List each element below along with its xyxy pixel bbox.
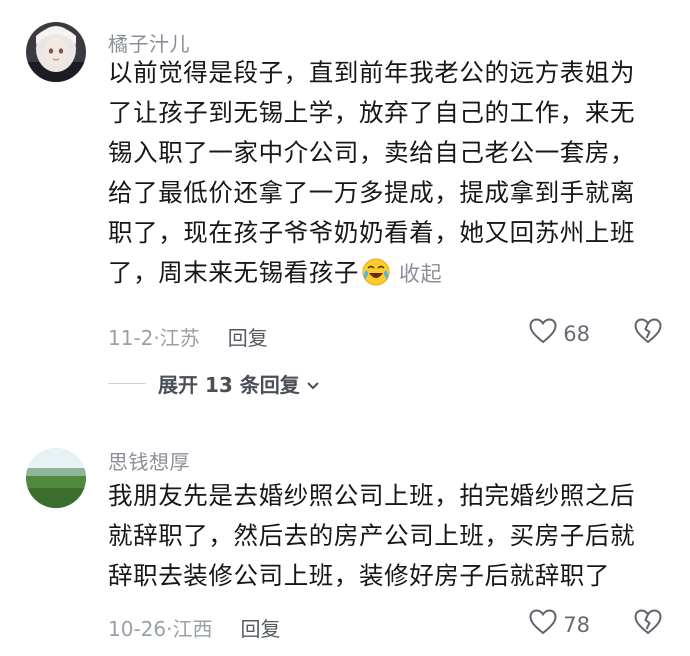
broken-heart-icon xyxy=(634,318,662,348)
dislike-button[interactable] xyxy=(634,318,662,348)
comment-1: 橘子汁儿 以前觉得是段子，直到前年我老公的远方表姐为 了让孩子到无锡上学，放弃了… xyxy=(0,0,690,400)
comment-2: 思钱想厚 我朋友先是去婚纱照公司上班，拍完婚纱照之后 就辞职了，然后去的房产公司… xyxy=(0,430,690,656)
comment-meta: 11-2·江苏 回复 xyxy=(108,322,268,351)
chevron-down-icon xyxy=(306,372,320,396)
comment-line: 以前觉得是段子，直到前年我老公的远方表姐为 xyxy=(108,58,636,87)
avatar[interactable] xyxy=(26,22,86,82)
comment-line: 锡入职了一家中介公司，卖给自己老公一套房， xyxy=(108,138,636,167)
date-location: 11-2·江苏 xyxy=(108,326,200,350)
comment-text: 我朋友先是去婚纱照公司上班，拍完婚纱照之后 就辞职了，然后去的房产公司上班，买房… xyxy=(108,476,674,596)
reply-button[interactable]: 回复 xyxy=(228,326,268,350)
expand-replies-label: 展开 13 条回复 xyxy=(158,373,300,397)
comment-line: 给了最低价还拿了一万多提成，提成拿到手就离 xyxy=(108,178,636,207)
divider xyxy=(108,383,146,384)
comment-line: 辞职去装修公司上班，装修好房子后就辞职了 xyxy=(108,561,610,590)
avatar-image xyxy=(26,22,86,82)
avatar[interactable] xyxy=(26,448,86,508)
comment-line: 职了，现在孩子爷爷奶奶看着，她又回苏州上班 xyxy=(108,218,636,247)
comment-line: 就辞职了，然后去的房产公司上班，买房子后就 xyxy=(108,521,636,550)
broken-heart-icon xyxy=(634,609,662,639)
heart-outline-icon xyxy=(529,318,557,349)
collapse-button[interactable]: 收起 xyxy=(399,262,442,286)
like-count: 68 xyxy=(563,321,590,346)
comment-text: 以前觉得是段子，直到前年我老公的远方表姐为 了让孩子到无锡上学，放弃了自己的工作… xyxy=(108,53,674,294)
like-count: 78 xyxy=(563,612,590,637)
comment-line: 了让孩子到无锡上学，放弃了自己的工作，来无 xyxy=(108,98,636,127)
avatar-image xyxy=(26,448,86,508)
reply-button[interactable]: 回复 xyxy=(240,617,280,641)
date-location: 10-26·江西 xyxy=(108,617,213,641)
comment-meta: 10-26·江西 回复 xyxy=(108,613,280,642)
comment-line-last: 了，周末来无锡看孩子 收起 xyxy=(108,253,674,294)
expand-replies-button[interactable]: 展开 13 条回复 xyxy=(108,369,320,398)
crying-laughing-emoji-icon xyxy=(361,257,391,287)
comment-line: 我朋友先是去婚纱照公司上班，拍完婚纱照之后 xyxy=(108,481,636,510)
like-button[interactable]: 68 xyxy=(529,318,590,349)
like-button[interactable]: 78 xyxy=(529,609,590,640)
username[interactable]: 思钱想厚 xyxy=(108,446,190,475)
comment-line: 了，周末来无锡看孩子 xyxy=(108,258,359,287)
dislike-button[interactable] xyxy=(634,609,662,639)
heart-outline-icon xyxy=(529,609,557,640)
